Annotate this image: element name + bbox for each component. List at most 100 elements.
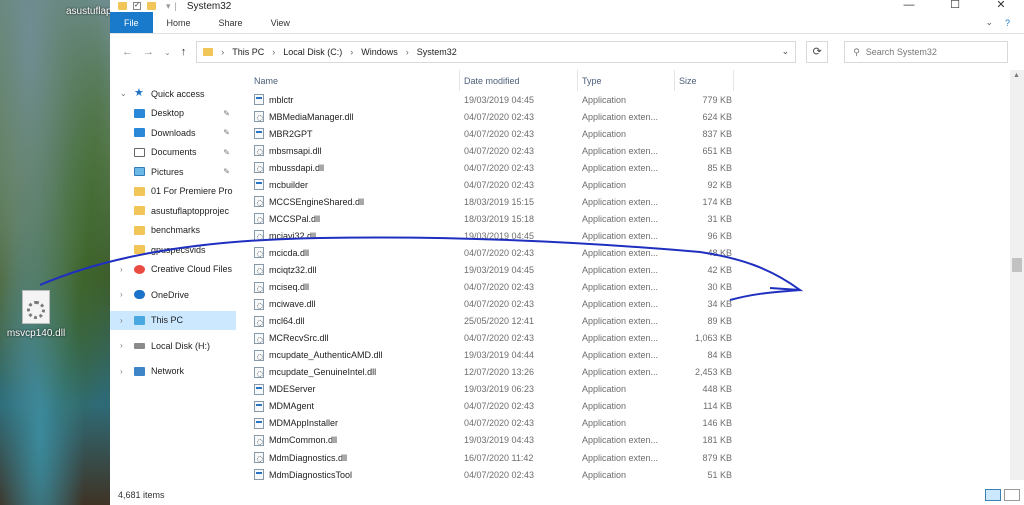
file-row[interactable]: MCRecvSrc.dll 04/07/2020 02:43 Application… [250, 330, 1024, 347]
file-name: mcicda.dll [269, 247, 310, 258]
details-view-icon[interactable] [985, 489, 1001, 501]
file-row[interactable]: MDMAgent 04/07/2020 02:43 Application 114 K… [250, 398, 1024, 415]
file-row[interactable]: mcicda.dll 04/07/2020 02:43 Application ex… [250, 244, 1024, 261]
nav-creative-cloud[interactable]: › Creative Cloud Files [110, 260, 236, 280]
forward-arrow-icon[interactable]: → [143, 46, 154, 58]
scroll-up-icon[interactable]: ▲ [1013, 72, 1020, 79]
desktop-file-icon[interactable]: msvcp140.dll [4, 290, 68, 339]
file-row[interactable]: mcupdate_AuthenticAMD.dll 19/03/2019 04:4… [250, 347, 1024, 364]
file-row[interactable]: MDMAppInstaller 04/07/2020 02:43 Applicati… [250, 415, 1024, 432]
recent-locations-icon[interactable]: ⌄ [164, 48, 171, 57]
large-icons-view-icon[interactable] [1004, 489, 1020, 501]
nav-onedrive[interactable]: › OneDrive [110, 285, 236, 305]
maximize-button[interactable]: ☐ [932, 0, 978, 12]
file-row[interactable]: MdmDiagnosticsTool 04/07/2020 02:43 Applic… [250, 466, 1024, 483]
back-arrow-icon[interactable]: ← [122, 46, 133, 58]
scrollbar-thumb[interactable] [1012, 258, 1022, 272]
file-name: MBR2GPT [269, 128, 313, 139]
expand-arrow-icon[interactable]: ⌄ [120, 89, 128, 98]
column-header-date[interactable]: Date modified [460, 70, 578, 91]
file-name-cell: MCCSPal.dll [250, 213, 460, 225]
new-folder-icon[interactable] [147, 2, 156, 10]
nav-network[interactable]: › Network [110, 362, 236, 382]
file-type: Application [582, 384, 627, 395]
folder-icon [134, 186, 145, 196]
file-size: 51 KB [707, 469, 732, 480]
refresh-button[interactable]: ⟳ [806, 41, 829, 63]
expand-arrow-icon[interactable]: › [120, 341, 128, 350]
breadcrumb-system32[interactable]: System32 [417, 47, 457, 57]
up-arrow-icon[interactable]: ↑ [181, 46, 187, 58]
nav-folder-benchmarks[interactable]: benchmarks [110, 221, 236, 241]
tab-home[interactable]: Home [153, 12, 205, 33]
file-type: Application exten... [582, 333, 659, 344]
file-row[interactable]: MBR2GPT 04/07/2020 02:43 Application 837 KB [250, 125, 1024, 142]
dll-file-icon [254, 349, 264, 361]
file-name: mcupdate_GenuineIntel.dll [269, 367, 377, 378]
file-row[interactable]: MCCSPal.dll 18/03/2019 15:18 Application e… [250, 210, 1024, 227]
drive-icon [134, 342, 145, 349]
chevron-right-icon[interactable]: › [221, 47, 224, 57]
expand-arrow-icon[interactable]: › [120, 367, 128, 376]
file-row[interactable]: MCCSEngineShared.dll 18/03/2019 15:15 Appl… [250, 193, 1024, 210]
file-name-cell: mciwave.dll [250, 298, 460, 310]
help-icon[interactable]: ? [1005, 18, 1010, 28]
chevron-right-icon[interactable]: › [406, 47, 409, 57]
nav-local-disk-h[interactable]: › Local Disk (H:) [110, 336, 236, 356]
nav-folder-asus[interactable]: asustuflaptopprojec [110, 201, 236, 221]
search-input[interactable]: ⚲ Search System32 [844, 41, 1009, 63]
file-row[interactable]: mciavi32.dll 19/03/2019 04:45 Application … [250, 227, 1024, 244]
file-row[interactable]: mblctr 19/03/2019 04:45 Application 779 KB [250, 91, 1024, 108]
breadcrumb-local-disk[interactable]: Local Disk (C:) [283, 47, 342, 57]
nav-documents[interactable]: Documents ✎ [110, 143, 236, 163]
tab-file[interactable]: File [110, 12, 153, 33]
file-row[interactable]: MdmCommon.dll 19/03/2019 04:43 Application… [250, 432, 1024, 449]
file-row[interactable]: mcupdate_GenuineIntel.dll 12/07/2020 13:2… [250, 364, 1024, 381]
file-row[interactable]: mcbuilder 04/07/2020 02:43 Application 92 K… [250, 176, 1024, 193]
chevron-right-icon[interactable]: › [350, 47, 353, 57]
dll-file-icon [254, 264, 264, 276]
file-row[interactable]: mciseq.dll 04/07/2020 02:43 Application ex… [250, 279, 1024, 296]
file-row[interactable]: MBMediaManager.dll 04/07/2020 02:43 Applic… [250, 108, 1024, 125]
pin-icon: ✎ [223, 167, 230, 177]
file-date: 19/03/2019 04:45 [464, 264, 535, 275]
column-header-size[interactable]: Size [675, 70, 734, 91]
vertical-scrollbar[interactable]: ▲ [1010, 70, 1024, 480]
file-row[interactable]: mciqtz32.dll 19/03/2019 04:45 Application … [250, 261, 1024, 278]
file-row[interactable]: mcl64.dll 25/05/2020 12:41 Application ext… [250, 313, 1024, 330]
expand-arrow-icon[interactable]: › [120, 265, 128, 274]
breadcrumb-this-pc[interactable]: This PC [232, 47, 264, 57]
file-row[interactable]: mbsmsapi.dll 04/07/2020 02:43 Application … [250, 142, 1024, 159]
nav-this-pc[interactable]: › This PC [110, 310, 236, 330]
nav-pictures[interactable]: Pictures ✎ [110, 162, 236, 182]
nav-desktop[interactable]: Desktop ✎ [110, 104, 236, 124]
customize-toolbar-icon[interactable]: ▾ [166, 1, 171, 12]
expand-ribbon-icon[interactable]: ⌄ [985, 17, 993, 28]
address-bar[interactable]: › This PC › Local Disk (C:) › Windows › … [196, 41, 797, 63]
file-row[interactable]: MDEServer 19/03/2019 06:23 Application 448 … [250, 381, 1024, 398]
file-size: 48 KB [707, 247, 732, 258]
nav-downloads[interactable]: Downloads ✎ [110, 123, 236, 143]
file-row[interactable]: MdmDiagnostics.dll 16/07/2020 11:42 Applic… [250, 449, 1024, 466]
file-row[interactable]: mbussdapi.dll 04/07/2020 02:43 Application… [250, 159, 1024, 176]
expand-arrow-icon[interactable]: › [120, 316, 128, 325]
address-dropdown-icon[interactable]: ⌄ [782, 46, 790, 57]
application-icon [254, 94, 264, 106]
nav-folder-premiere[interactable]: 01 For Premiere Pro [110, 182, 236, 202]
breadcrumb-windows[interactable]: Windows [361, 47, 398, 57]
file-date: 04/07/2020 02:43 [464, 401, 535, 412]
close-button[interactable]: ✕ [978, 0, 1024, 12]
nav-folder-gpuspecs[interactable]: gpuspecsvids [110, 240, 236, 260]
properties-check-icon[interactable]: ✓ [133, 2, 141, 10]
nav-quick-access[interactable]: ⌄ ★ Quick access [110, 84, 236, 104]
file-name: mciqtz32.dll [269, 264, 317, 275]
column-header-type[interactable]: Type [578, 70, 675, 91]
expand-arrow-icon[interactable]: › [120, 290, 128, 299]
minimize-button[interactable]: — [886, 0, 932, 12]
column-header-name[interactable]: Name [250, 70, 460, 91]
file-name-cell: mciqtz32.dll [250, 264, 460, 276]
chevron-right-icon[interactable]: › [272, 47, 275, 57]
tab-view[interactable]: View [257, 12, 304, 33]
file-row[interactable]: mciwave.dll 04/07/2020 02:43 Application e… [250, 296, 1024, 313]
tab-share[interactable]: Share [205, 12, 257, 33]
